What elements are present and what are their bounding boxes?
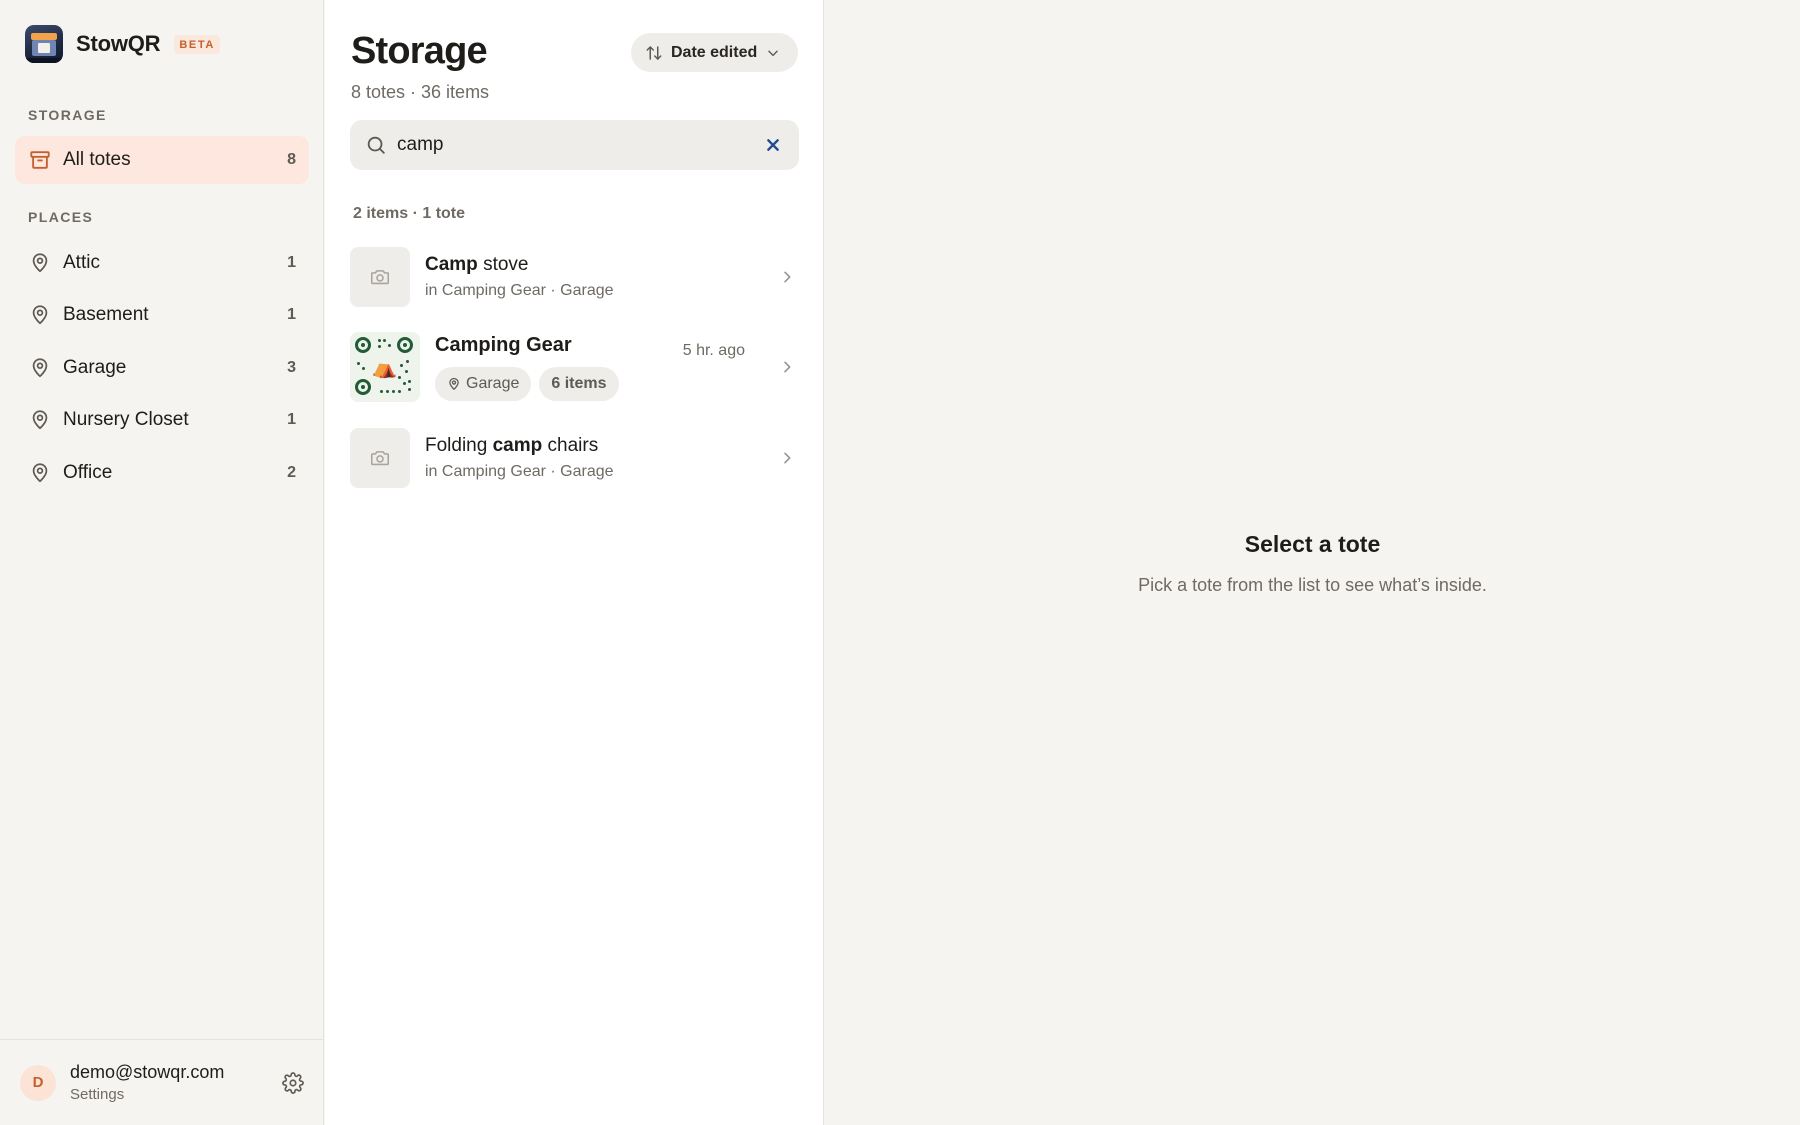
item-location: in Camping Gear · Garage xyxy=(425,282,614,299)
sidebar-item-nursery-closet[interactable]: Nursery Closet 1 xyxy=(15,396,309,444)
sidebar-item-label: Garage xyxy=(63,357,127,378)
search-match: Camp xyxy=(425,254,478,275)
map-pin-icon xyxy=(28,303,52,327)
search-icon xyxy=(367,136,385,154)
sort-label: Date edited xyxy=(671,43,758,61)
clear-search-button[interactable] xyxy=(763,135,783,155)
sidebar-item-basement[interactable]: Basement 1 xyxy=(15,291,309,339)
chevron-right-icon xyxy=(784,452,791,464)
camera-icon xyxy=(370,451,390,466)
places-section-label: PLACES xyxy=(28,209,94,225)
tote-detail-empty-state: Select a tote Pick a tote from the list … xyxy=(825,0,1800,1125)
result-item-camp-stove[interactable]: Camp stove in Camping Gear · Garage xyxy=(350,247,799,307)
tote-item-count-chip: 6 items xyxy=(539,366,619,401)
map-pin-icon xyxy=(449,377,459,390)
settings-button[interactable] xyxy=(278,1068,308,1098)
search-bar xyxy=(350,120,799,170)
search-match: camp xyxy=(492,435,543,456)
close-icon xyxy=(767,139,779,151)
page-title: Storage xyxy=(351,30,488,72)
search-input[interactable] xyxy=(397,134,763,156)
tote-place-chip: Garage xyxy=(435,366,532,401)
camera-icon xyxy=(370,270,390,285)
sidebar-item-count: 1 xyxy=(287,306,296,323)
sort-arrows-icon xyxy=(646,45,662,60)
item-photo-placeholder xyxy=(350,428,410,488)
app-logo-icon xyxy=(25,25,63,63)
sidebar-item-all-totes[interactable]: All totes 8 xyxy=(15,136,309,184)
result-item-folding-camp-chairs[interactable]: Folding camp chairs in Camping Gear · Ga… xyxy=(350,428,799,488)
sidebar-item-attic[interactable]: Attic 1 xyxy=(15,239,309,287)
storage-section-label: STORAGE xyxy=(28,107,107,123)
account-footer: D demo@stowqr.com Settings xyxy=(0,1039,324,1125)
result-summary: 2 items · 1 tote xyxy=(353,205,466,222)
storage-summary: 8 totes · 36 items xyxy=(351,82,490,102)
avatar[interactable]: D xyxy=(20,1064,56,1101)
account-email: demo@stowqr.com xyxy=(70,1062,225,1082)
sidebar-item-office[interactable]: Office 2 xyxy=(15,449,309,497)
item-title: Folding camp chairs xyxy=(425,435,599,456)
chevron-right-icon xyxy=(784,361,791,373)
sidebar-item-count: 1 xyxy=(287,411,296,428)
sidebar-item-count: 8 xyxy=(287,151,296,168)
sidebar: StowQR BETA STORAGE All totes 8 PLACES A… xyxy=(0,0,324,1125)
tote-edited-time: 5 hr. ago xyxy=(682,341,745,359)
item-location: in Camping Gear · Garage xyxy=(425,463,614,480)
sort-dropdown[interactable]: Date edited xyxy=(631,33,798,72)
sidebar-item-count: 2 xyxy=(287,464,296,481)
sidebar-item-garage[interactable]: Garage 3 xyxy=(15,344,309,392)
gear-icon xyxy=(282,1071,304,1094)
empty-state-message: Pick a tote from the list to see what’s … xyxy=(1138,575,1487,595)
map-pin-icon xyxy=(28,408,52,432)
storage-list-panel: Storage 8 totes · 36 items Date edited 2… xyxy=(325,0,824,1125)
sidebar-item-count: 1 xyxy=(287,254,296,271)
tent-icon: ⛺ xyxy=(372,357,397,379)
archive-box-icon xyxy=(28,148,52,172)
app-name: StowQR xyxy=(76,31,161,56)
map-pin-icon xyxy=(28,461,52,485)
chevron-down-icon xyxy=(768,50,779,56)
map-pin-icon xyxy=(28,251,52,275)
sidebar-item-label: Basement xyxy=(63,304,149,325)
sidebar-item-label: Attic xyxy=(63,252,100,273)
account-info[interactable]: demo@stowqr.com Settings xyxy=(70,1062,278,1103)
chevron-right-icon xyxy=(784,271,791,283)
sidebar-item-label: Office xyxy=(63,462,113,483)
empty-state-title: Select a tote xyxy=(1244,531,1381,557)
settings-link-label: Settings xyxy=(70,1086,125,1103)
brand[interactable]: StowQR BETA xyxy=(25,24,220,64)
sidebar-item-label: All totes xyxy=(63,149,131,170)
beta-badge: BETA xyxy=(174,34,220,54)
item-photo-placeholder xyxy=(350,247,410,307)
result-tote-camping-gear[interactable]: ⛺ Camping Gear 5 hr. ago Garage 6 items xyxy=(350,332,799,402)
item-title: Camp stove xyxy=(425,254,529,275)
sidebar-item-label: Nursery Closet xyxy=(63,409,189,430)
map-pin-icon xyxy=(28,356,52,380)
tote-qr-thumbnail: ⛺ xyxy=(350,332,420,402)
sidebar-item-count: 3 xyxy=(287,359,296,376)
